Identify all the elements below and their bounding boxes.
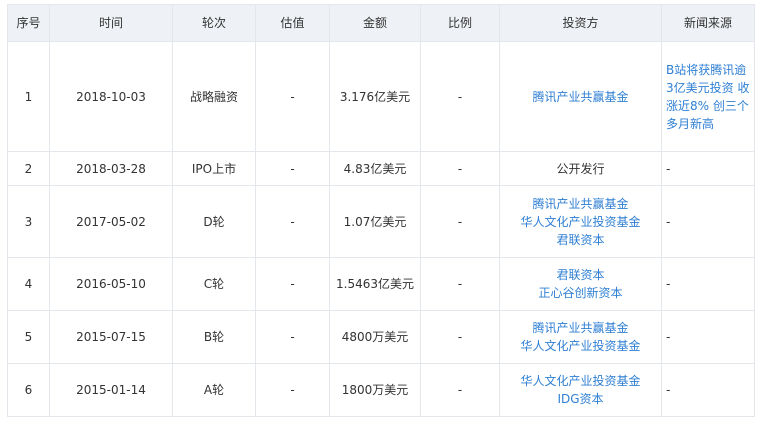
row-ratio: -	[420, 41, 500, 152]
table-row: 5 2015-07-15 B轮 -4800万美元 - 腾讯产业共赢基金 华人文化产业投资基金…	[7, 310, 755, 364]
header-round: 轮次	[172, 4, 256, 42]
row-index: 3	[7, 185, 50, 258]
row-amount: 1800万美元	[329, 363, 421, 417]
financing-table: 序号 时间 轮次 估值 金额 比例 投资方 新闻来源 1 2018-10-03 战略…	[7, 4, 755, 417]
table-row: 4 2016-05-10 C轮 -1.5463亿美元 - 君联资本 正心谷创新资本 -	[7, 257, 755, 311]
news-text: -	[666, 161, 671, 176]
row-index: 1	[7, 41, 50, 152]
header-amount: 金额	[329, 4, 421, 42]
row-date: 2018-10-03	[49, 41, 173, 152]
investor-text: 公开发行	[556, 161, 605, 176]
investor-link[interactable]: 华人文化产业投资基金	[504, 372, 657, 390]
row-investors: 腾讯产业共赢基金 华人文化产业投资基金	[499, 310, 662, 364]
investor-link[interactable]: 腾讯产业共赢基金	[504, 195, 657, 213]
row-valuation: -	[255, 41, 330, 152]
row-valuation: -	[255, 151, 330, 186]
row-news-source: B站将获腾讯逾3亿美元投资 收涨近8% 创三个多月新高	[661, 41, 755, 152]
table-row: 3 2017-05-02 D轮 -1.07亿美元 - 腾讯产业共赢基金 华人文化产业投资基金…	[7, 185, 755, 258]
row-index: 5	[7, 310, 50, 364]
header-date: 时间	[49, 4, 173, 42]
row-index: 6	[7, 363, 50, 417]
row-amount: 4.83亿美元	[329, 151, 421, 186]
row-amount: 1.07亿美元	[329, 185, 421, 258]
row-round: IPO上市	[172, 151, 256, 186]
header-index: 序号	[7, 4, 50, 42]
header-ratio: 比例	[420, 4, 500, 42]
table-row: 6 2015-01-14 A轮 -1800万美元 - 华人文化产业投资基金 IDG资本 -	[7, 363, 755, 417]
investor-link[interactable]: 华人文化产业投资基金	[504, 337, 657, 355]
row-date: 2018-03-28	[49, 151, 173, 186]
row-valuation: -	[255, 363, 330, 417]
header-valuation: 估值	[255, 4, 330, 42]
row-news-source: -	[661, 257, 755, 311]
investor-link[interactable]: 君联资本	[504, 266, 657, 284]
row-amount: 3.176亿美元	[329, 41, 421, 152]
row-investors: 腾讯产业共赢基金 华人文化产业投资基金 君联资本	[499, 185, 662, 258]
row-round: D轮	[172, 185, 256, 258]
row-investors: 腾讯产业共赢基金	[499, 41, 662, 152]
table-row: 2 2018-03-28 IPO上市 -4.83亿美元 - 公开发行 -	[7, 151, 755, 186]
row-investors: 君联资本 正心谷创新资本	[499, 257, 662, 311]
row-round: C轮	[172, 257, 256, 311]
header-news-source: 新闻来源	[661, 4, 755, 42]
row-ratio: -	[420, 151, 500, 186]
table-header-row: 序号 时间 轮次 估值 金额 比例 投资方 新闻来源	[7, 4, 755, 42]
row-news-source: -	[661, 310, 755, 364]
news-text: -	[666, 330, 671, 344]
news-text: -	[666, 383, 671, 397]
row-investors: 华人文化产业投资基金 IDG资本	[499, 363, 662, 417]
investor-link[interactable]: 华人文化产业投资基金	[504, 213, 657, 231]
row-date: 2016-05-10	[49, 257, 173, 311]
investor-link[interactable]: 腾讯产业共赢基金	[504, 319, 657, 337]
news-link[interactable]: B站将获腾讯逾3亿美元投资 收涨近8% 创三个多月新高	[666, 61, 750, 133]
row-valuation: -	[255, 257, 330, 311]
row-valuation: -	[255, 310, 330, 364]
header-investors: 投资方	[499, 4, 662, 42]
row-ratio: -	[420, 185, 500, 258]
row-round: B轮	[172, 310, 256, 364]
row-ratio: -	[420, 363, 500, 417]
row-valuation: -	[255, 185, 330, 258]
row-date: 2015-07-15	[49, 310, 173, 364]
investor-link[interactable]: 腾讯产业共赢基金	[504, 88, 657, 106]
investor-link[interactable]: IDG资本	[504, 390, 657, 408]
row-ratio: -	[420, 257, 500, 311]
investor-link[interactable]: 正心谷创新资本	[504, 284, 657, 302]
row-index: 2	[7, 151, 50, 186]
investor-link[interactable]: 君联资本	[504, 231, 657, 249]
news-text: -	[666, 277, 671, 291]
table-row: 1 2018-10-03 战略融资 -3.176亿美元 - 腾讯产业共赢基金 B站将获腾讯逾…	[7, 41, 755, 152]
row-amount: 1.5463亿美元	[329, 257, 421, 311]
row-date: 2017-05-02	[49, 185, 173, 258]
row-news-source: -	[661, 363, 755, 417]
row-round: 战略融资	[172, 41, 256, 152]
news-text: -	[666, 214, 671, 229]
row-index: 4	[7, 257, 50, 311]
row-news-source: -	[661, 185, 755, 258]
row-news-source: -	[661, 151, 755, 186]
row-amount: 4800万美元	[329, 310, 421, 364]
row-date: 2015-01-14	[49, 363, 173, 417]
row-investors: 公开发行	[499, 151, 662, 186]
row-ratio: -	[420, 310, 500, 364]
row-round: A轮	[172, 363, 256, 417]
